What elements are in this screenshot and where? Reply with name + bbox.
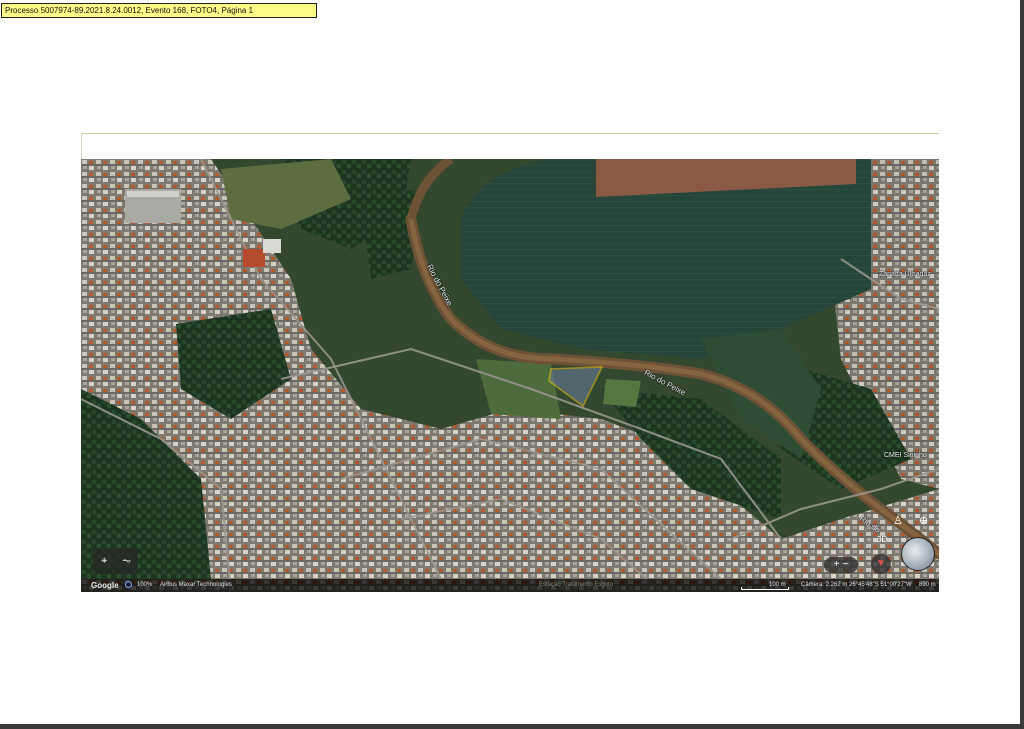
coordinates-readout: 26°45'48"S 51°00'27"W: [849, 582, 912, 588]
poi-label-zanatta[interactable]: Zanatta Ultragaz: [879, 271, 931, 278]
satellite-map[interactable]: Rio do Peixe Rio do Peixe Rio do Zanatta…: [81, 159, 939, 592]
map-statusbar: Google 100% Airbus Maxar Technologies Es…: [81, 579, 939, 592]
zoom-percent: 100%: [137, 582, 153, 588]
camera-altitude: Câmera: 2.262 m: [801, 582, 848, 588]
scale-label: 100 m: [769, 582, 786, 588]
viewer-frame-right: [1020, 0, 1024, 729]
view-3d-button[interactable]: 3D: [877, 535, 887, 544]
tilt-down-icon[interactable]: ▼: [871, 554, 891, 574]
zoom-ring-icon: [125, 579, 132, 592]
document-page: Processo 5007974-89.2021.8.24.0012, Even…: [0, 0, 1020, 724]
frame-left-rule: [81, 133, 82, 159]
zoom-control[interactable]: + −: [824, 557, 858, 573]
scale-bar: [741, 587, 789, 590]
frame-top-rule: [81, 133, 939, 134]
bottom-map-text: Estação Tratamento Esgoto: [539, 582, 614, 588]
pegman-icon[interactable]: ♙: [893, 514, 903, 527]
process-header-stamp: Processo 5007974-89.2021.8.24.0012, Even…: [1, 3, 317, 18]
google-logo: Google: [91, 581, 119, 590]
poi-label-cmei[interactable]: CMEI Sininho: [884, 452, 927, 459]
terrain-icon[interactable]: ⏦: [119, 555, 135, 568]
location-pin-icon[interactable]: ⌖: [96, 555, 112, 568]
viewer-frame-bottom: [0, 724, 1024, 729]
elevation-readout: 890 m: [919, 582, 936, 588]
map-tools-control[interactable]: ⌖ ⏦: [93, 548, 138, 574]
satellite-imagery: [81, 159, 939, 592]
globe-compass-icon[interactable]: [901, 537, 935, 571]
imagery-credit: Airbus Maxar Technologies: [160, 582, 232, 588]
crosshair-icon[interactable]: ⊕: [919, 514, 928, 527]
